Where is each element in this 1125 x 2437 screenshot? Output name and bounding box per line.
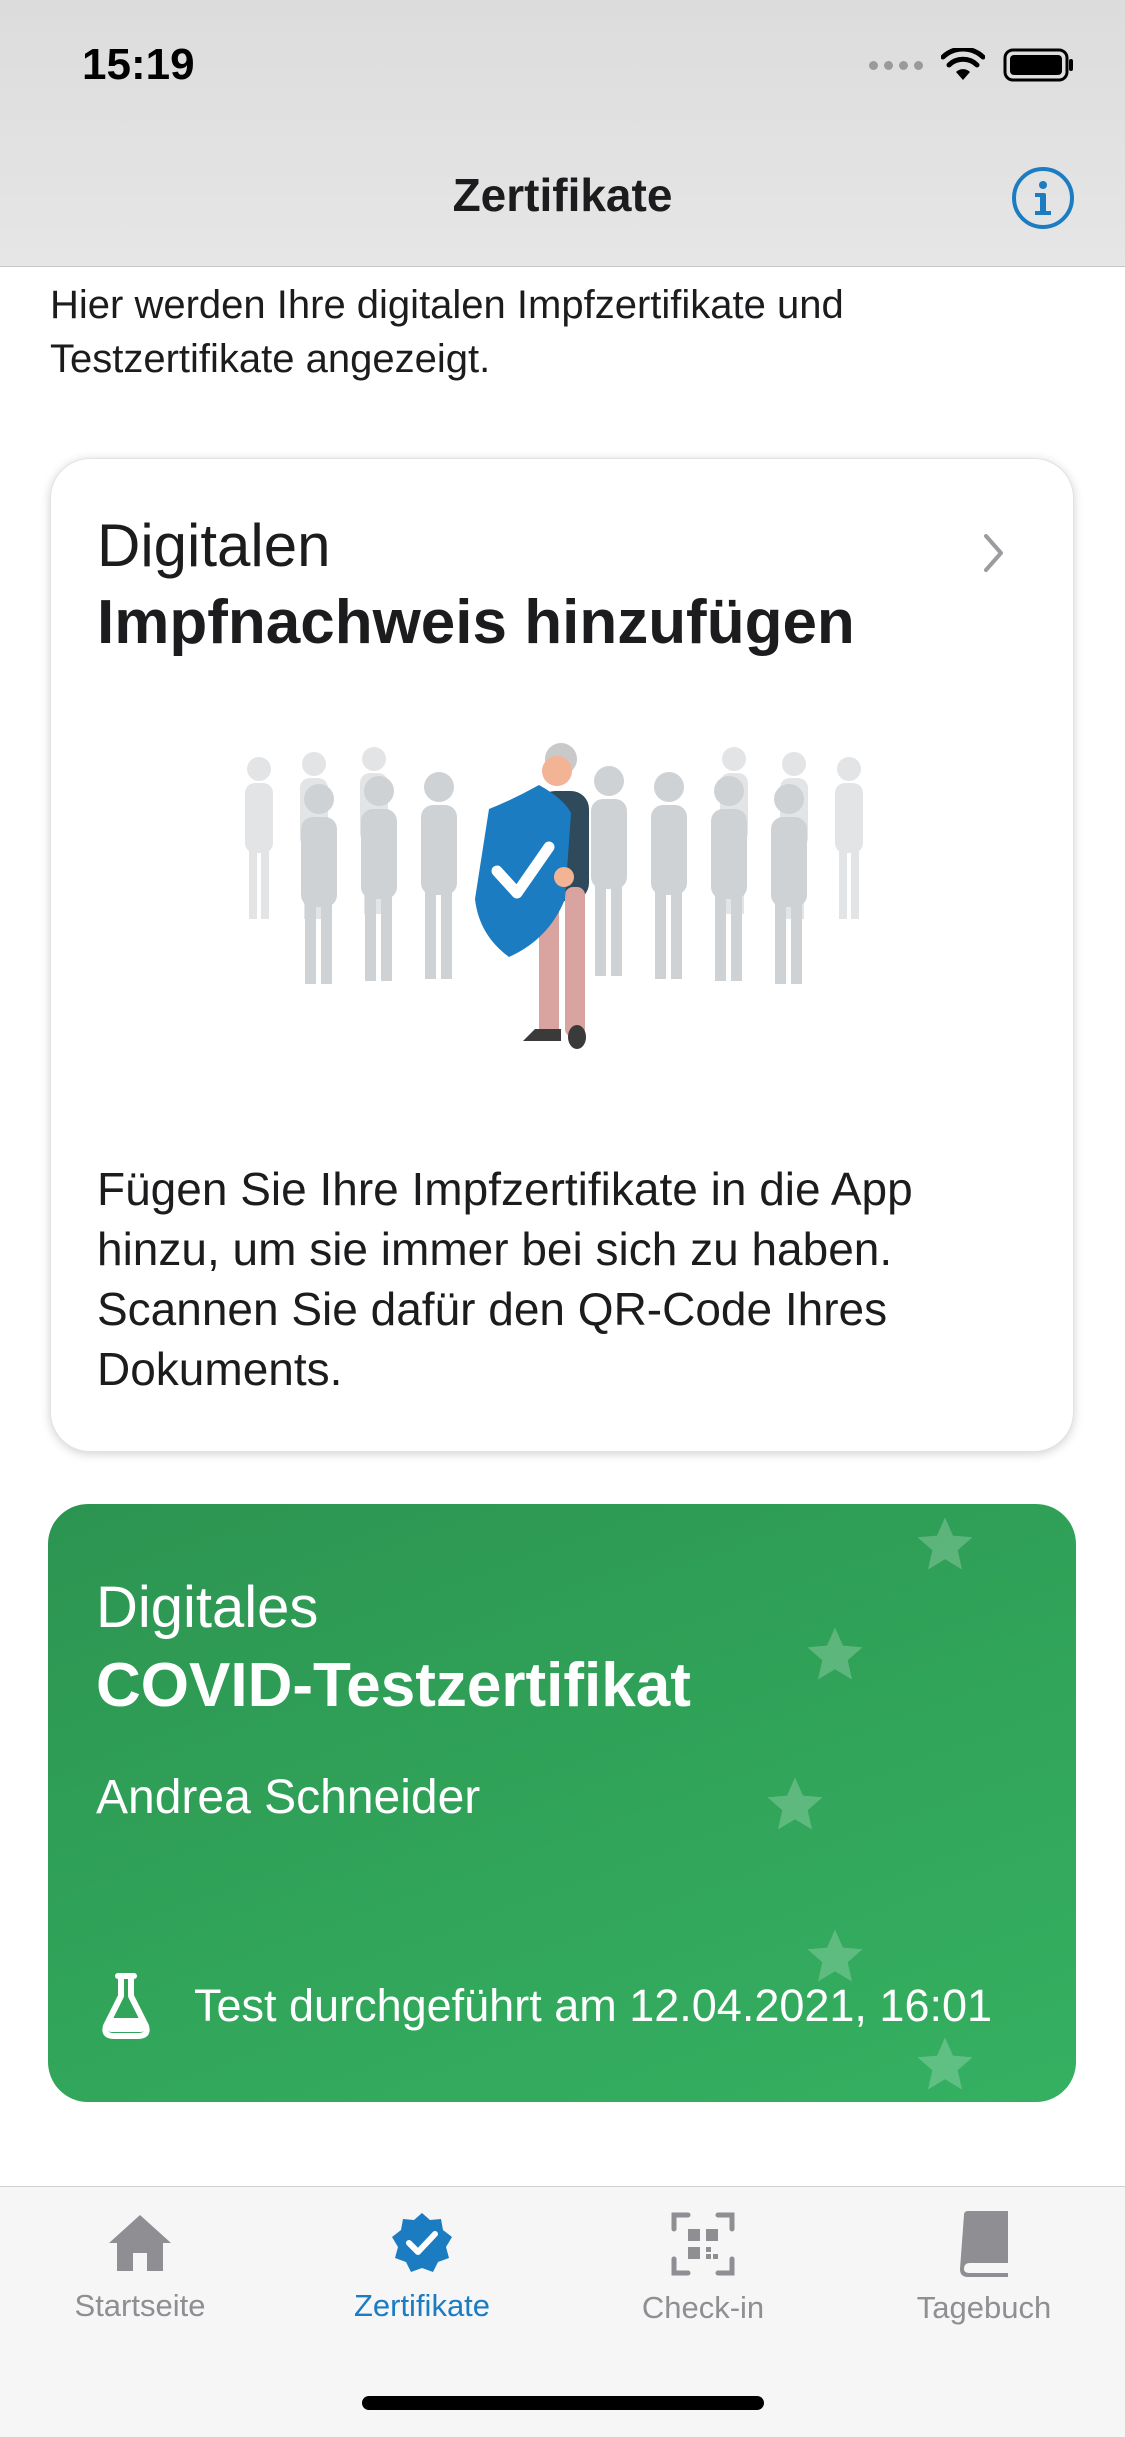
status-icons — [869, 48, 1075, 82]
tab-startseite[interactable]: Startseite — [20, 2211, 260, 2324]
test-date-text: Test durchgeführt am 12.04.2021, 16:01 — [194, 1980, 993, 2031]
tab-zertifikate[interactable]: Zertifikate — [302, 2211, 542, 2324]
home-icon — [109, 2215, 171, 2271]
intro-text: Hier werden Ihre digitalen Impfzertifika… — [50, 283, 844, 381]
certificate-title: COVID-Testzertifikat — [96, 1651, 691, 1720]
tab-tagebuch[interactable]: Tagebuch — [864, 2211, 1104, 2326]
star-icon — [767, 1777, 823, 1830]
book-icon — [960, 2211, 1008, 2277]
card-subtitle: Digitalen — [97, 512, 331, 579]
vaccination-illustration — [245, 743, 863, 1049]
star-icon — [917, 1517, 973, 1570]
certificate-subtitle: Digitales — [96, 1575, 319, 1640]
tab-label: Startseite — [74, 2288, 206, 2323]
tab-label: Zertifikate — [353, 2288, 491, 2323]
flask-icon — [102, 1973, 150, 2039]
test-certificate-card[interactable]: Digitales COVID-Testzertifikat Andrea Sc… — [48, 1504, 1076, 2102]
status-time: 15:19 — [82, 40, 195, 89]
tab-label: Tagebuch — [916, 2290, 1052, 2325]
card-description: Fügen Sie Ihre Impfzertifikate in die Ap… — [97, 1163, 913, 1395]
tab-check-in[interactable]: Check-in — [583, 2211, 823, 2326]
card-title: Impfnachweis hinzufügen — [97, 588, 855, 657]
info-icon[interactable] — [1011, 166, 1075, 230]
certificate-check-icon — [392, 2213, 452, 2272]
qr-scan-icon — [671, 2212, 735, 2276]
battery-icon — [1003, 48, 1073, 82]
navigation-bar: 15:19 Zertifikate — [0, 0, 1125, 267]
page-title: Zertifikate — [452, 169, 673, 221]
add-vaccination-card[interactable]: Digitalen Impfnachweis hinzufügen Fügen … — [50, 458, 1074, 1452]
wifi-icon — [941, 48, 985, 80]
home-indicator — [362, 2396, 764, 2410]
star-icon — [807, 1627, 863, 1680]
certificate-holder-name: Andrea Schneider — [96, 1771, 481, 1824]
tab-label: Check-in — [641, 2290, 765, 2325]
signal-icon — [869, 60, 923, 70]
star-icon — [917, 2037, 973, 2090]
chevron-right-icon — [984, 534, 1003, 572]
